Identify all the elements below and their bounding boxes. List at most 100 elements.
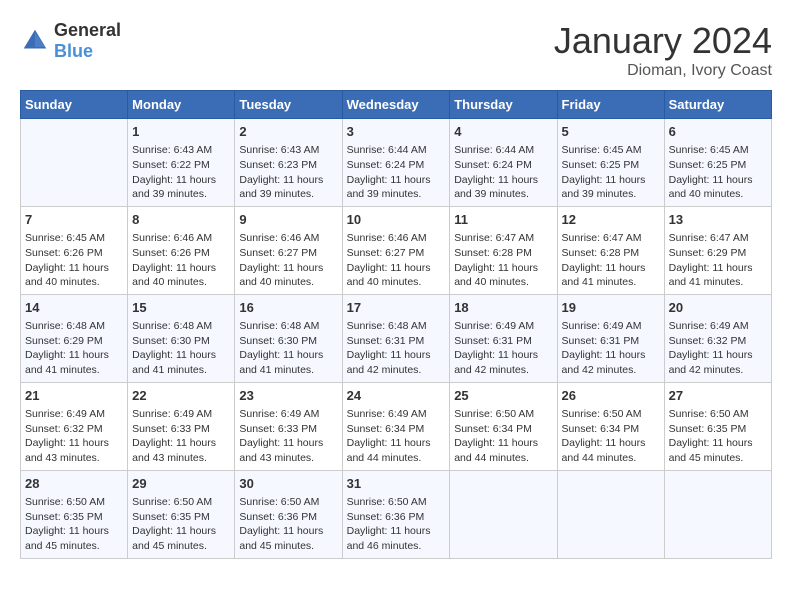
calendar-cell: 5 Sunrise: 6:45 AM Sunset: 6:25 PM Daylig… bbox=[557, 119, 664, 207]
day-number: 22 bbox=[132, 387, 230, 405]
cell-content: Sunrise: 6:46 AM Sunset: 6:27 PM Dayligh… bbox=[239, 231, 337, 290]
cell-content: Sunrise: 6:45 AM Sunset: 6:25 PM Dayligh… bbox=[669, 143, 767, 202]
cell-content: Sunrise: 6:46 AM Sunset: 6:27 PM Dayligh… bbox=[347, 231, 446, 290]
calendar-cell: 2 Sunrise: 6:43 AM Sunset: 6:23 PM Daylig… bbox=[235, 119, 342, 207]
day-number: 26 bbox=[562, 387, 660, 405]
day-number: 30 bbox=[239, 475, 337, 493]
calendar-body: 1 Sunrise: 6:43 AM Sunset: 6:22 PM Daylig… bbox=[21, 119, 772, 559]
calendar-cell: 9Sunrise: 6:46 AM Sunset: 6:27 PM Daylig… bbox=[235, 206, 342, 294]
day-number: 14 bbox=[25, 299, 123, 317]
cell-content: Sunrise: 6:50 AM Sunset: 6:35 PM Dayligh… bbox=[132, 495, 230, 554]
location-title: Dioman, Ivory Coast bbox=[554, 62, 772, 80]
calendar-cell: 8 Sunrise: 6:46 AM Sunset: 6:26 PM Daylig… bbox=[128, 206, 235, 294]
calendar-cell: 19 Sunrise: 6:49 AM Sunset: 6:31 PM Dayli… bbox=[557, 294, 664, 382]
day-number: 20 bbox=[669, 299, 767, 317]
calendar-cell: 14 Sunrise: 6:48 AM Sunset: 6:29 PM Dayli… bbox=[21, 294, 128, 382]
calendar-cell: 7Sunrise: 6:45 AM Sunset: 6:26 PM Daylig… bbox=[21, 206, 128, 294]
day-number: 6 bbox=[669, 123, 767, 141]
calendar-cell bbox=[21, 119, 128, 207]
calendar-week-5: 28Sunrise: 6:50 AM Sunset: 6:35 PM Dayli… bbox=[21, 470, 772, 558]
calendar-cell: 18 Sunrise: 6:49 AM Sunset: 6:31 PM Dayli… bbox=[450, 294, 557, 382]
cell-content: Sunrise: 6:50 AM Sunset: 6:34 PM Dayligh… bbox=[454, 407, 552, 466]
calendar-week-4: 21 Sunrise: 6:49 AM Sunset: 6:32 PM Dayli… bbox=[21, 382, 772, 470]
calendar-cell: 13 Sunrise: 6:47 AM Sunset: 6:29 PM Dayli… bbox=[664, 206, 771, 294]
day-number: 7 bbox=[25, 211, 123, 229]
calendar-cell: 16Sunrise: 6:48 AM Sunset: 6:30 PM Dayli… bbox=[235, 294, 342, 382]
day-number: 1 bbox=[132, 123, 230, 141]
calendar-cell: 24 Sunrise: 6:49 AM Sunset: 6:34 PM Dayli… bbox=[342, 382, 450, 470]
day-number: 3 bbox=[347, 123, 446, 141]
calendar-cell: 15 Sunrise: 6:48 AM Sunset: 6:30 PM Dayli… bbox=[128, 294, 235, 382]
calendar-cell: 4 Sunrise: 6:44 AM Sunset: 6:24 PM Daylig… bbox=[450, 119, 557, 207]
day-number: 23 bbox=[239, 387, 337, 405]
day-number: 27 bbox=[669, 387, 767, 405]
calendar-cell: 1 Sunrise: 6:43 AM Sunset: 6:22 PM Daylig… bbox=[128, 119, 235, 207]
day-header-tuesday: Tuesday bbox=[235, 91, 342, 119]
calendar-cell: 23 Sunrise: 6:49 AM Sunset: 6:33 PM Dayli… bbox=[235, 382, 342, 470]
logo-general-text: General bbox=[54, 20, 121, 40]
calendar-week-1: 1 Sunrise: 6:43 AM Sunset: 6:22 PM Daylig… bbox=[21, 119, 772, 207]
day-number: 2 bbox=[239, 123, 337, 141]
logo-blue-text: Blue bbox=[54, 41, 93, 61]
cell-content: Sunrise: 6:47 AM Sunset: 6:29 PM Dayligh… bbox=[669, 231, 767, 290]
day-number: 21 bbox=[25, 387, 123, 405]
cell-content: Sunrise: 6:49 AM Sunset: 6:31 PM Dayligh… bbox=[562, 319, 660, 378]
cell-content: Sunrise: 6:49 AM Sunset: 6:33 PM Dayligh… bbox=[239, 407, 337, 466]
cell-content: Sunrise: 6:48 AM Sunset: 6:30 PM Dayligh… bbox=[132, 319, 230, 378]
day-header-monday: Monday bbox=[128, 91, 235, 119]
cell-content: Sunrise: 6:50 AM Sunset: 6:35 PM Dayligh… bbox=[669, 407, 767, 466]
page-header: General Blue January 2024 Dioman, Ivory … bbox=[20, 20, 772, 80]
day-number: 29 bbox=[132, 475, 230, 493]
calendar-cell: 27 Sunrise: 6:50 AM Sunset: 6:35 PM Dayli… bbox=[664, 382, 771, 470]
calendar-cell: 6 Sunrise: 6:45 AM Sunset: 6:25 PM Daylig… bbox=[664, 119, 771, 207]
day-number: 4 bbox=[454, 123, 552, 141]
day-header-saturday: Saturday bbox=[664, 91, 771, 119]
calendar-week-2: 7Sunrise: 6:45 AM Sunset: 6:26 PM Daylig… bbox=[21, 206, 772, 294]
day-header-friday: Friday bbox=[557, 91, 664, 119]
cell-content: Sunrise: 6:48 AM Sunset: 6:29 PM Dayligh… bbox=[25, 319, 123, 378]
cell-content: Sunrise: 6:49 AM Sunset: 6:32 PM Dayligh… bbox=[25, 407, 123, 466]
day-number: 12 bbox=[562, 211, 660, 229]
calendar-cell: 10Sunrise: 6:46 AM Sunset: 6:27 PM Dayli… bbox=[342, 206, 450, 294]
calendar-cell: 3 Sunrise: 6:44 AM Sunset: 6:24 PM Daylig… bbox=[342, 119, 450, 207]
calendar-cell: 22Sunrise: 6:49 AM Sunset: 6:33 PM Dayli… bbox=[128, 382, 235, 470]
cell-content: Sunrise: 6:45 AM Sunset: 6:25 PM Dayligh… bbox=[562, 143, 660, 202]
day-number: 24 bbox=[347, 387, 446, 405]
calendar-table: SundayMondayTuesdayWednesdayThursdayFrid… bbox=[20, 90, 772, 559]
calendar-week-3: 14 Sunrise: 6:48 AM Sunset: 6:29 PM Dayli… bbox=[21, 294, 772, 382]
day-number: 13 bbox=[669, 211, 767, 229]
cell-content: Sunrise: 6:48 AM Sunset: 6:30 PM Dayligh… bbox=[239, 319, 337, 378]
calendar-cell: 25Sunrise: 6:50 AM Sunset: 6:34 PM Dayli… bbox=[450, 382, 557, 470]
day-number: 17 bbox=[347, 299, 446, 317]
calendar-cell: 20 Sunrise: 6:49 AM Sunset: 6:32 PM Dayli… bbox=[664, 294, 771, 382]
logo-icon bbox=[20, 26, 50, 56]
cell-content: Sunrise: 6:48 AM Sunset: 6:31 PM Dayligh… bbox=[347, 319, 446, 378]
calendar-cell: 11Sunrise: 6:47 AM Sunset: 6:28 PM Dayli… bbox=[450, 206, 557, 294]
cell-content: Sunrise: 6:47 AM Sunset: 6:28 PM Dayligh… bbox=[454, 231, 552, 290]
day-number: 8 bbox=[132, 211, 230, 229]
calendar-cell: 26Sunrise: 6:50 AM Sunset: 6:34 PM Dayli… bbox=[557, 382, 664, 470]
day-number: 31 bbox=[347, 475, 446, 493]
day-number: 15 bbox=[132, 299, 230, 317]
calendar-cell bbox=[664, 470, 771, 558]
cell-content: Sunrise: 6:49 AM Sunset: 6:31 PM Dayligh… bbox=[454, 319, 552, 378]
cell-content: Sunrise: 6:44 AM Sunset: 6:24 PM Dayligh… bbox=[347, 143, 446, 202]
calendar-cell bbox=[557, 470, 664, 558]
cell-content: Sunrise: 6:50 AM Sunset: 6:36 PM Dayligh… bbox=[239, 495, 337, 554]
cell-content: Sunrise: 6:49 AM Sunset: 6:34 PM Dayligh… bbox=[347, 407, 446, 466]
cell-content: Sunrise: 6:43 AM Sunset: 6:22 PM Dayligh… bbox=[132, 143, 230, 202]
day-header-sunday: Sunday bbox=[21, 91, 128, 119]
cell-content: Sunrise: 6:43 AM Sunset: 6:23 PM Dayligh… bbox=[239, 143, 337, 202]
calendar-header-row: SundayMondayTuesdayWednesdayThursdayFrid… bbox=[21, 91, 772, 119]
cell-content: Sunrise: 6:46 AM Sunset: 6:26 PM Dayligh… bbox=[132, 231, 230, 290]
cell-content: Sunrise: 6:50 AM Sunset: 6:36 PM Dayligh… bbox=[347, 495, 446, 554]
calendar-cell: 17 Sunrise: 6:48 AM Sunset: 6:31 PM Dayli… bbox=[342, 294, 450, 382]
day-number: 5 bbox=[562, 123, 660, 141]
calendar-cell: 12 Sunrise: 6:47 AM Sunset: 6:28 PM Dayli… bbox=[557, 206, 664, 294]
day-number: 18 bbox=[454, 299, 552, 317]
cell-content: Sunrise: 6:49 AM Sunset: 6:32 PM Dayligh… bbox=[669, 319, 767, 378]
day-number: 19 bbox=[562, 299, 660, 317]
cell-content: Sunrise: 6:47 AM Sunset: 6:28 PM Dayligh… bbox=[562, 231, 660, 290]
cell-content: Sunrise: 6:44 AM Sunset: 6:24 PM Dayligh… bbox=[454, 143, 552, 202]
month-title: January 2024 bbox=[554, 20, 772, 62]
